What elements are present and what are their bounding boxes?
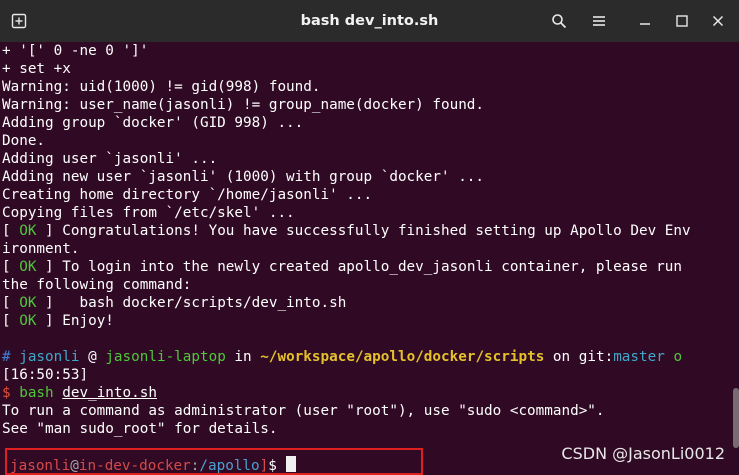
output-line: Adding new user `jasonli' (1000) with gr… (2, 169, 485, 185)
terminal-output[interactable]: + '[' 0 -ne 0 ']' + set +x Warning: uid(… (2, 42, 739, 475)
ok-message: To login into the newly created apollo_d… (53, 259, 683, 275)
search-icon[interactable] (544, 6, 574, 36)
prompt-branch: master (613, 349, 665, 365)
ok-tag: OK (19, 223, 37, 239)
ok-tag: OK (19, 259, 37, 275)
prompt-at: @ (79, 349, 106, 365)
ok-line: [ OK ] bash docker/scripts/dev_into.sh (2, 294, 739, 312)
watermark: CSDN @JasonLi0012 (561, 444, 725, 463)
container-user: jasonli (10, 458, 71, 474)
menu-icon[interactable] (584, 6, 614, 36)
bracket-close: ] (36, 295, 54, 311)
output-line: Adding group `docker' (GID 998) ... (2, 115, 304, 131)
prompt-git-status: o (664, 349, 683, 365)
new-tab-icon[interactable] (4, 6, 34, 36)
bracket-open: [ (2, 259, 20, 275)
prompt-time: [16:50:53] (2, 367, 89, 383)
window-title: bash dev_into.sh (300, 13, 439, 29)
container-dollar: $ (268, 458, 286, 474)
output-line: ironment. (2, 241, 80, 257)
ok-line: [ OK ] To login into the newly created a… (2, 258, 739, 276)
ok-line: [ OK ] Enjoy! (2, 312, 739, 330)
shell-prompt: # jasonli @ jasonli-laptop in ~/workspac… (2, 348, 739, 366)
ok-message: Congratulations! You have successfully f… (53, 223, 691, 239)
output-line: Adding user `jasonli' ... (2, 151, 218, 167)
prompt-path: ~/workspace/apollo/docker/scripts (260, 349, 545, 365)
output-line: Warning: user_name(jasonli) != group_nam… (2, 97, 485, 113)
maximize-icon[interactable] (667, 6, 697, 36)
prompt-host: jasonli-laptop (105, 349, 226, 365)
minimize-icon[interactable] (630, 6, 660, 36)
command-word: bash (10, 385, 63, 401)
output-line: See "man sudo_root" for details. (2, 421, 278, 437)
prompt-hash: # (2, 349, 11, 365)
bracket-close: ] (36, 313, 54, 329)
title-bar: bash dev_into.sh (0, 0, 739, 42)
ok-line: [ OK ] Congratulations! You have success… (2, 222, 739, 240)
command-line: $ bash dev_into.sh (2, 384, 739, 402)
bracket-open: [ (2, 223, 20, 239)
command-arg: dev_into.sh (62, 385, 157, 401)
ok-message: Enjoy! (53, 313, 114, 329)
text-cursor (286, 456, 297, 472)
bracket-close: ] (36, 223, 54, 239)
container-at: @ (70, 458, 79, 474)
output-line: Creating home directory `/home/jasonli' … (2, 187, 373, 203)
output-line: + set +x (2, 61, 71, 77)
container-host: in-dev-docker (78, 458, 191, 474)
ok-tag: OK (19, 295, 37, 311)
output-line: + '[' 0 -ne 0 ']' (2, 43, 149, 59)
ok-message: bash docker/scripts/dev_into.sh (53, 295, 347, 311)
container-sep: ] (259, 458, 269, 474)
prompt-dollar: $ (2, 385, 11, 401)
output-line: Warning: uid(1000) != gid(998) found. (2, 79, 321, 95)
bracket-open: [ (2, 313, 20, 329)
scrollbar-thumb[interactable] (733, 388, 739, 448)
close-icon[interactable] (703, 6, 733, 36)
ok-tag: OK (19, 313, 37, 329)
output-line: Done. (2, 133, 46, 149)
prompt-in: in (225, 349, 261, 365)
output-line: the following command: (2, 277, 192, 293)
container-path: /apollo (199, 458, 260, 474)
output-line: Copying files from `/etc/skel' ... (2, 205, 295, 221)
prompt-user: jasonli (19, 349, 80, 365)
bracket-close: ] (36, 259, 54, 275)
bracket-open: [ (2, 295, 20, 311)
prompt-on-git: on git: (544, 349, 614, 365)
output-line: To run a command as administrator (user … (2, 403, 605, 419)
